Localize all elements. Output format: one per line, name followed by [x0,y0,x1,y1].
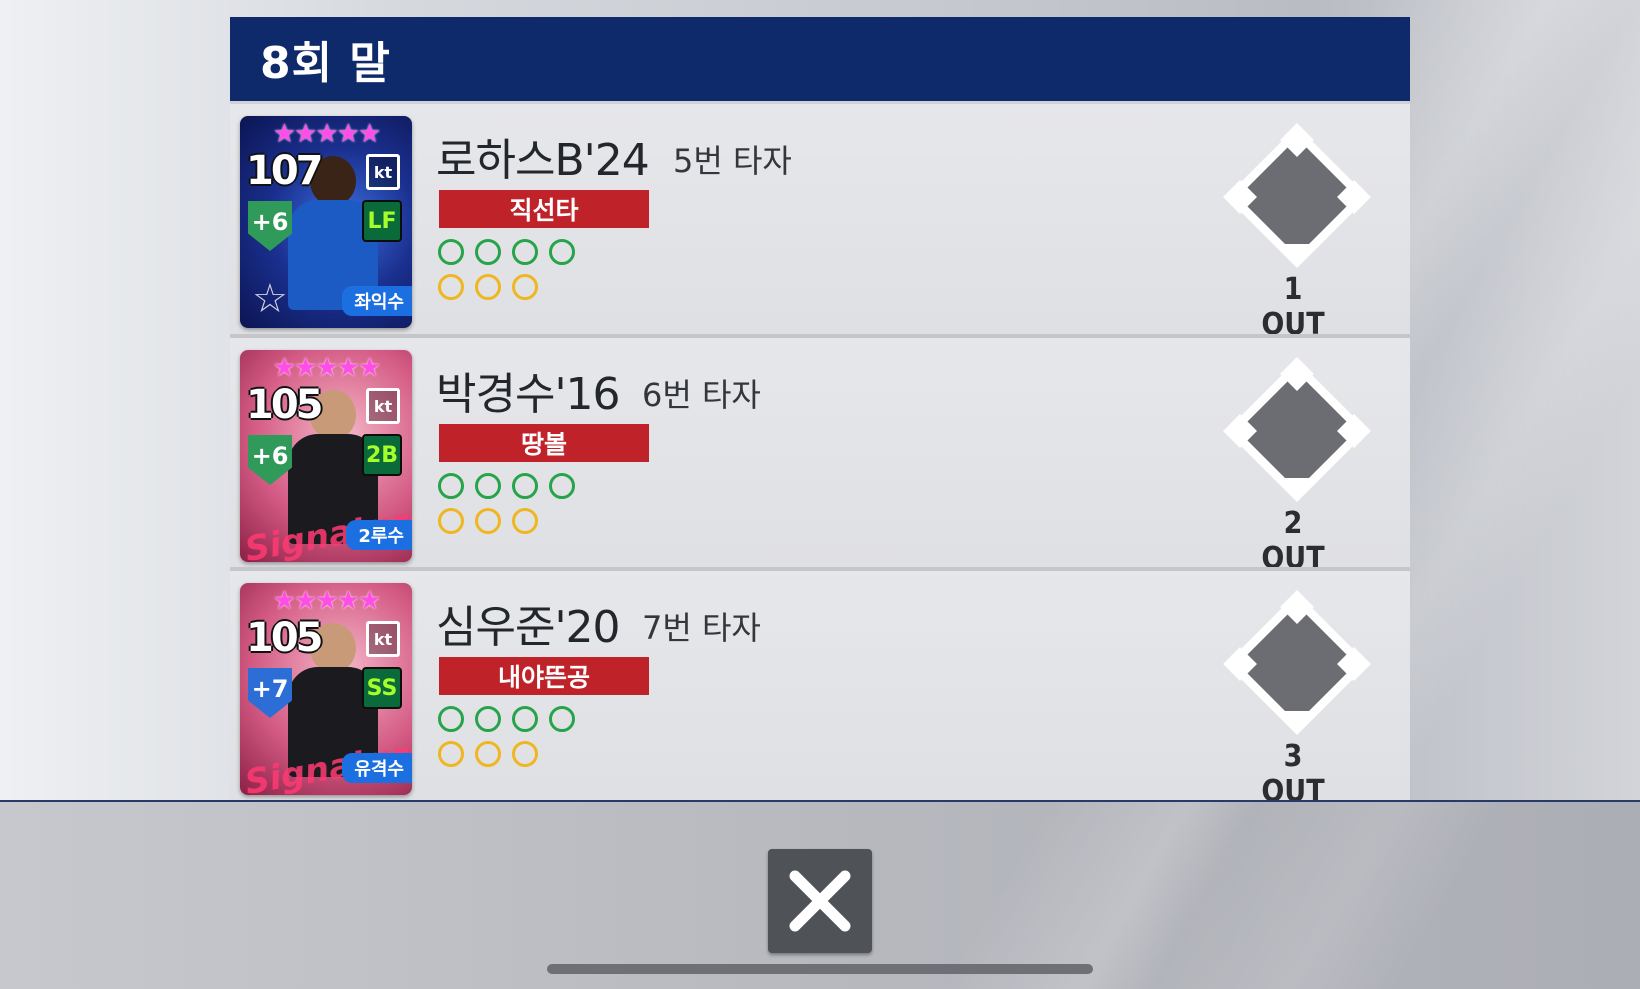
base-diamond-icon [1222,122,1372,272]
card-position-name: 유격수 [342,753,412,783]
ball-indicator [438,706,464,732]
strike-indicator [475,741,501,767]
card-stars: ★★★★★ [272,353,382,383]
ball-indicator [549,239,575,265]
home-indicator [547,964,1093,974]
inning-title: 8회 말 [260,38,391,89]
card-bonus-badge: +6 [248,201,292,251]
player-card[interactable]: Signature ★★★★★ 105 kt +6 2B 2루수 [240,350,412,562]
batting-order: 7번 타자 [642,609,761,647]
card-overall: 105 [246,382,323,428]
card-overall: 105 [246,615,323,661]
strike-count [438,741,538,767]
at-bat-result-badge: 땅볼 [439,424,649,462]
card-overall: 107 [246,148,323,194]
card-bonus-badge: +6 [248,435,292,485]
ball-count [438,239,575,265]
player-name: 로하스B'24 [436,135,650,186]
team-logo-icon: kt [366,621,400,657]
inning-header: 8회 말 [230,17,1410,101]
ball-indicator [475,706,501,732]
strike-count [438,274,538,300]
strike-indicator [512,508,538,534]
ball-indicator [512,239,538,265]
strike-indicator [512,274,538,300]
team-logo-icon: kt [366,388,400,424]
player-card[interactable]: ☆ ★★★★★ 107 kt +6 LF 좌익수 [240,116,412,328]
at-bat-result-badge: 직선타 [439,190,649,228]
base-diamond-icon [1222,356,1372,506]
card-position: SS [362,667,402,709]
close-button[interactable] [768,849,872,953]
player-card[interactable]: Signature ★★★★★ 105 kt +7 SS 유격수 [240,583,412,795]
strike-indicator [512,741,538,767]
ball-indicator [549,706,575,732]
ball-count [438,473,575,499]
player-name: 박경수'16 [436,369,621,420]
strike-indicator [475,274,501,300]
out-count-label: 3 OUT [1261,739,1325,800]
batter-row: ☆ ★★★★★ 107 kt +6 LF 좌익수 로하스B'24 5번 타자 직… [230,101,1410,342]
ball-indicator [512,473,538,499]
ball-indicator [512,706,538,732]
ball-indicator [438,473,464,499]
ball-indicator [549,473,575,499]
strike-indicator [438,508,464,534]
close-icon [789,870,851,932]
out-count-label: 1 OUT [1261,272,1325,342]
batter-list: ☆ ★★★★★ 107 kt +6 LF 좌익수 로하스B'24 5번 타자 직… [230,101,1410,800]
batting-order: 5번 타자 [673,142,792,180]
strike-indicator [438,741,464,767]
out-count-label: 2 OUT [1261,506,1325,576]
ball-indicator [475,239,501,265]
card-position: LF [362,200,402,242]
batter-row: Signature ★★★★★ 105 kt +6 2B 2루수 박경수'16 … [230,334,1410,576]
base-diamond-icon [1222,589,1372,739]
card-position-name: 좌익수 [342,286,412,316]
inning-result-panel: 8회 말 ☆ ★★★★★ 107 kt +6 LF 좌익수 로하스B'24 5번… [230,17,1410,800]
card-bonus-badge: +7 [248,668,292,718]
card-position: 2B [362,434,402,476]
ball-indicator [438,239,464,265]
strike-indicator [438,274,464,300]
team-logo-icon: kt [366,154,400,190]
card-stars: ★★★★★ [272,119,382,149]
star-emblem-icon: ☆ [252,276,288,322]
ball-count [438,706,575,732]
card-position-name: 2루수 [346,520,412,550]
card-stars: ★★★★★ [272,586,382,616]
strike-count [438,508,538,534]
batter-row: Signature ★★★★★ 105 kt +7 SS 유격수 심우준'20 … [230,567,1410,800]
player-name: 심우준'20 [436,602,621,653]
batting-order: 6번 타자 [642,376,761,414]
strike-indicator [475,508,501,534]
ball-indicator [475,473,501,499]
at-bat-result-badge: 내야뜬공 [439,657,649,695]
